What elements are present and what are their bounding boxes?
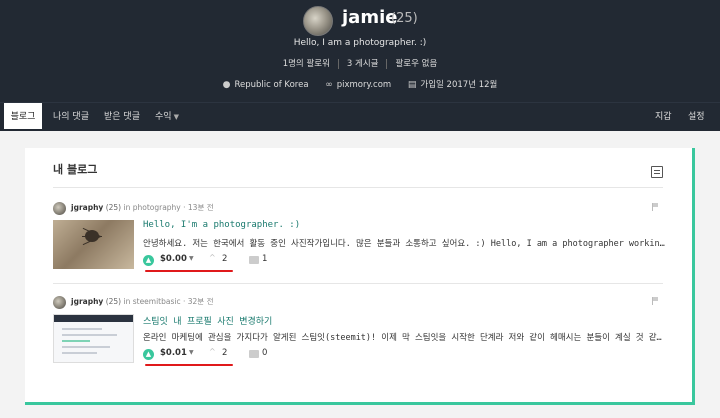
thumbnail-detail xyxy=(62,340,90,342)
thumbnail-detail xyxy=(62,334,117,336)
flag-icon[interactable] xyxy=(652,297,659,305)
comment-icon[interactable] xyxy=(249,350,259,358)
upvote-icon[interactable]: ▲ xyxy=(143,255,154,266)
tab-earnings[interactable]: 수익 ▼ xyxy=(155,103,179,131)
profile-reputation: (25) xyxy=(391,11,418,26)
post-title[interactable]: 스팀잇 내 프로필 사진 변경하기 xyxy=(143,314,272,327)
divider xyxy=(53,187,663,188)
divider xyxy=(53,283,663,284)
tab-my-comments[interactable]: 나의 댓글 xyxy=(53,103,89,131)
highlight-underline xyxy=(145,270,233,272)
in-label: in xyxy=(123,203,131,212)
comments-count[interactable]: 0 xyxy=(262,348,267,358)
chevron-down-icon: ▼ xyxy=(173,113,179,121)
category-link[interactable]: steemitbasic xyxy=(133,297,181,306)
author-link[interactable]: jgraphy xyxy=(71,297,103,306)
stats-divider xyxy=(386,58,388,69)
thumbnail-detail xyxy=(62,328,102,330)
website-item[interactable]: ∞ pixmory.com xyxy=(325,80,391,90)
stats-divider xyxy=(337,58,339,69)
thumbnail-subject xyxy=(85,230,99,242)
profile-header: jamie (25) Hello, I am a photographer. :… xyxy=(0,0,720,102)
profile-meta: ● Republic of Korea ∞ pixmory.com ▤ 가입일 201… xyxy=(0,78,720,90)
location-text: Republic of Korea xyxy=(234,80,309,90)
author-avatar[interactable] xyxy=(53,296,66,309)
votes-chevron-icon[interactable]: ^ xyxy=(209,347,216,356)
post-thumbnail[interactable] xyxy=(53,314,134,363)
chevron-down-icon[interactable]: ▼ xyxy=(189,349,194,356)
post-summary[interactable]: 온라인 마케팅에 관심을 가지다가 알게된 스팀잇(steemit)! 이제 막… xyxy=(143,331,668,343)
upvote-icon[interactable]: ▲ xyxy=(143,349,154,360)
chevron-down-icon[interactable]: ▼ xyxy=(189,255,194,262)
blog-title: 내 블로그 xyxy=(53,163,98,176)
website-link[interactable]: pixmory.com xyxy=(337,80,391,90)
map-pin-icon: ● xyxy=(222,80,231,90)
profile-about: Hello, I am a photographer. :) xyxy=(293,38,427,48)
comments-count[interactable]: 1 xyxy=(262,254,267,264)
following-link[interactable]: 팔로우 없음 xyxy=(395,59,437,69)
thumbnail-detail xyxy=(62,346,110,348)
calendar-icon: ▤ xyxy=(407,80,417,90)
tab-wallet[interactable]: 지갑 xyxy=(655,103,672,131)
thumbnail-detail xyxy=(62,352,97,354)
blog-card: 내 블로그 jgraphy (25) in photography · 13분 … xyxy=(25,148,695,405)
post-summary[interactable]: 안녕하세요. 저는 한국에서 활동 중인 사진작가입니다. 많은 분들과 소통하… xyxy=(143,237,668,249)
flag-icon[interactable] xyxy=(652,203,659,211)
post-header: jgraphy (25) in steemitbasic · 32분 전 xyxy=(71,296,214,307)
profile-name: jamie xyxy=(342,7,398,28)
in-label: in xyxy=(123,297,131,306)
post-thumbnail[interactable] xyxy=(53,220,134,269)
category-link[interactable]: photography xyxy=(133,203,181,212)
author-link[interactable]: jgraphy xyxy=(71,203,103,212)
post-header: jgraphy (25) in photography · 13분 전 xyxy=(71,202,214,213)
profile-avatar[interactable] xyxy=(303,6,333,36)
post-time: · 32분 전 xyxy=(183,297,214,306)
comment-icon[interactable] xyxy=(249,256,259,264)
followers-link[interactable]: 1명의 팔로워 xyxy=(283,59,330,69)
profile-stats: 1명의 팔로워 3 게시글 팔로우 없음 xyxy=(0,57,720,69)
posts-count: 3 게시글 xyxy=(346,59,379,69)
tab-blog[interactable]: 블로그 xyxy=(4,103,42,131)
tab-settings[interactable]: 설정 xyxy=(688,103,705,131)
profile-nav: 블로그 나의 댓글 받은 댓글 수익 ▼ 지갑 설정 xyxy=(0,102,720,131)
votes-count[interactable]: 2 xyxy=(222,348,227,358)
tab-received-comments[interactable]: 받은 댓글 xyxy=(104,103,140,131)
location-item: ● Republic of Korea xyxy=(223,80,309,90)
votes-chevron-icon[interactable]: ^ xyxy=(209,253,216,262)
link-icon: ∞ xyxy=(325,80,333,90)
author-avatar[interactable] xyxy=(53,202,66,215)
post-time: · 13분 전 xyxy=(183,203,214,212)
author-reputation: (25) xyxy=(105,297,122,306)
list-view-icon[interactable] xyxy=(651,166,663,178)
joined-text: 가입일 2017년 12월 xyxy=(420,80,498,90)
payout-value[interactable]: $0.01 xyxy=(160,348,187,358)
thumbnail-detail xyxy=(54,315,133,322)
post-title[interactable]: Hello, I'm a photographer. :) xyxy=(143,220,300,230)
payout-value[interactable]: $0.00 xyxy=(160,254,187,264)
joined-item: ▤ 가입일 2017년 12월 xyxy=(408,78,497,90)
votes-count[interactable]: 2 xyxy=(222,254,227,264)
highlight-underline xyxy=(145,364,233,366)
list-item: jgraphy (25) in steemitbasic · 32분 전 스팀잇… xyxy=(53,293,668,373)
author-reputation: (25) xyxy=(105,203,122,212)
tab-earnings-label: 수익 xyxy=(155,112,172,122)
list-item: jgraphy (25) in photography · 13분 전 Hell… xyxy=(53,199,668,279)
